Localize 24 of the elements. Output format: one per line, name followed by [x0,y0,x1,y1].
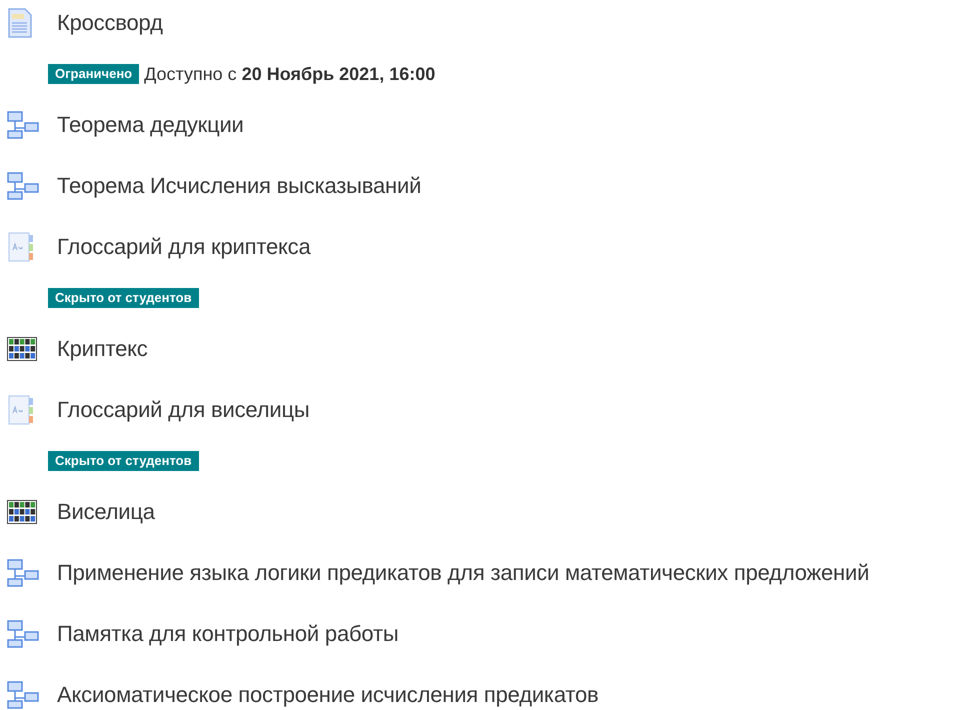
document-icon [7,8,33,38]
activity-link[interactable]: Кроссворд [57,10,163,36]
availability-note: Доступно с 20 Ноябрь 2021, 16:00 [144,62,436,86]
activity-link[interactable]: Глоссарий для виселицы [57,397,310,423]
activity-link[interactable]: Виселица [57,499,155,525]
hierarchy-icon [7,559,39,587]
status-badge: Скрыто от студентов [48,451,199,471]
status-badge: Скрыто от студентов [48,288,199,308]
hierarchy-icon [7,620,39,648]
status-badge: Ограничено [48,64,140,84]
hierarchy-icon [7,111,39,139]
activity-link[interactable]: Аксиоматическое построение исчисления предикатов [57,682,599,708]
activity-link[interactable]: Криптекс [57,336,148,362]
glossary-icon [7,394,35,426]
hierarchy-icon [7,172,39,200]
activity-link[interactable]: Глоссарий для криптекса [57,234,310,260]
hierarchy-icon [7,681,39,709]
activity-link[interactable]: Памятка для контрольной работы [57,621,398,647]
activity-link[interactable]: Применение языка логики предикатов для записи математических предложений [57,560,870,586]
grid-game-icon [7,500,37,524]
activity-link[interactable]: Теорема Исчисления высказываний [57,173,422,199]
grid-game-icon [7,337,37,361]
activity-link[interactable]: Теорема дедукции [57,112,244,138]
glossary-icon [7,231,35,263]
